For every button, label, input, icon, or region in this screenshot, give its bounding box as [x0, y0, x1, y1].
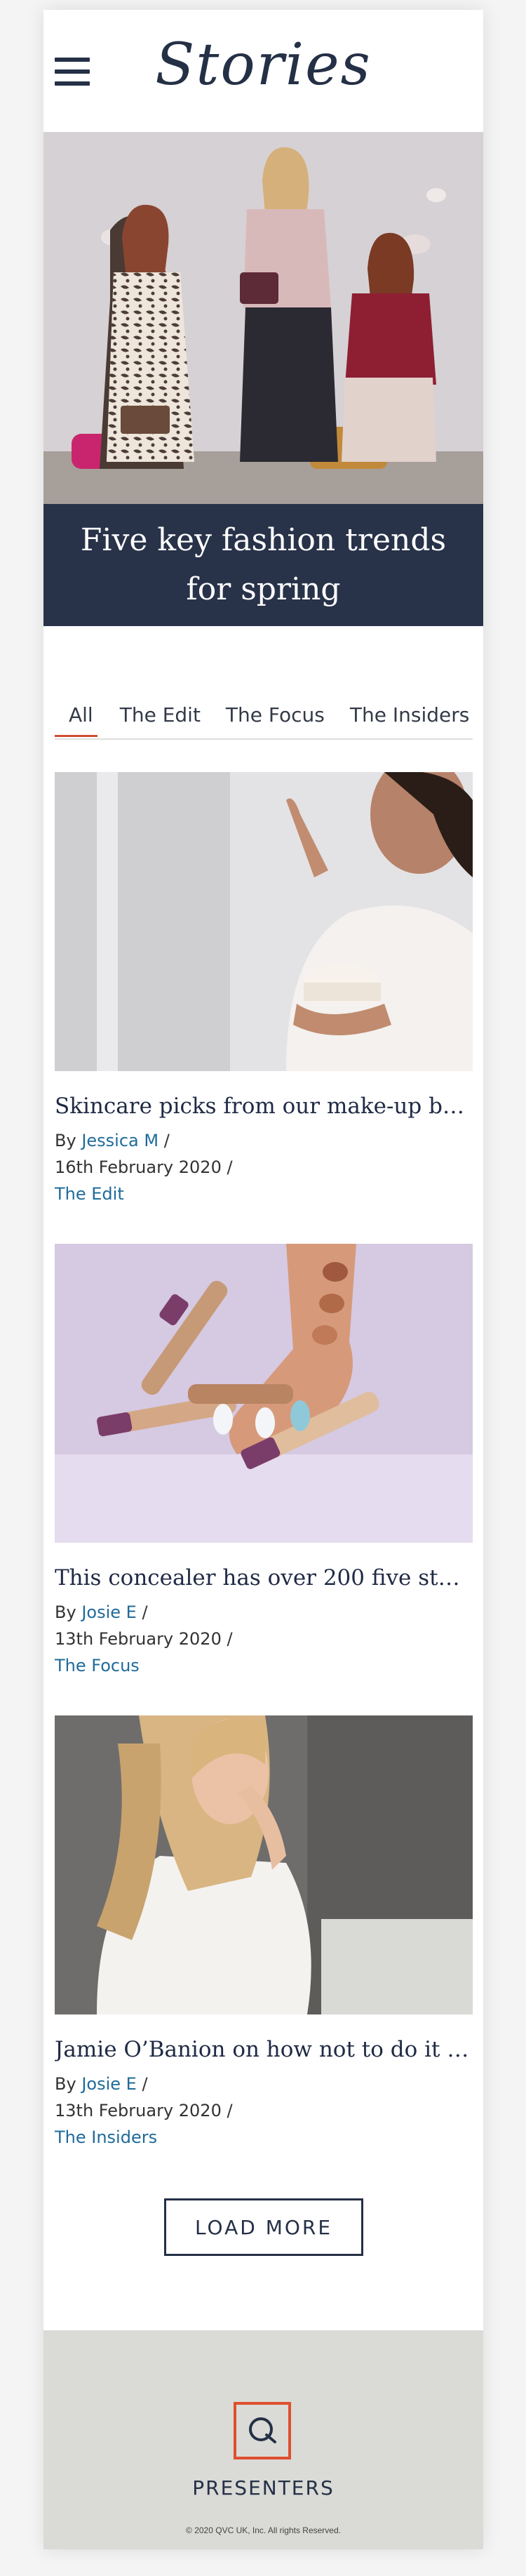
author-link[interactable]: Josie E — [81, 2074, 137, 2094]
copyright-text: © 2020 QVC UK, Inc. All rights Reserved. — [186, 2525, 341, 2535]
footer: PRESENTERS © 2020 QVC UK, Inc. All right… — [43, 2330, 483, 2549]
hero-title[interactable]: Five key fashion trends for spring — [43, 504, 483, 626]
hero-image[interactable] — [43, 132, 483, 504]
hero-feature[interactable]: Five key fashion trends for spring — [43, 132, 483, 626]
separator: / — [227, 1157, 233, 1177]
article-image[interactable] — [55, 772, 473, 1071]
author-link[interactable]: Jessica M — [81, 1131, 159, 1150]
byline-prefix: By — [55, 1131, 76, 1150]
article-title[interactable]: Skincare picks from our make-up brands — [55, 1092, 473, 1120]
article-card[interactable]: This concealer has over 200 five star re… — [55, 1244, 473, 1679]
separator: / — [142, 2074, 148, 2094]
article-card[interactable]: Jamie O’Banion on how not to do it all B… — [55, 1715, 473, 2151]
article-card[interactable]: Skincare picks from our make-up brands B… — [55, 772, 473, 1207]
separator: / — [163, 1131, 170, 1150]
byline-prefix: By — [55, 2074, 76, 2094]
article-title[interactable]: This concealer has over 200 five star re… — [55, 1564, 473, 1592]
category-link[interactable]: The Insiders — [55, 2124, 473, 2151]
author-link[interactable]: Josie E — [81, 1602, 137, 1622]
separator: / — [227, 2101, 233, 2120]
q-logo-icon[interactable] — [234, 2402, 291, 2459]
tab-the-edit[interactable]: The Edit — [117, 703, 203, 737]
tab-the-focus[interactable]: The Focus — [223, 703, 328, 737]
article-meta: By Josie E / 13th February 2020 / The Fo… — [55, 1599, 473, 1679]
separator: / — [142, 1602, 148, 1622]
header: Stories — [43, 10, 483, 132]
category-link[interactable]: The Focus — [55, 1652, 473, 1679]
stories-logo[interactable]: Stories — [43, 36, 483, 94]
byline-prefix: By — [55, 1602, 76, 1622]
article-date: 13th February 2020 — [55, 1629, 222, 1649]
tab-the-insiders[interactable]: The Insiders — [347, 703, 472, 737]
article-image[interactable] — [55, 1244, 473, 1543]
article-date: 16th February 2020 — [55, 1157, 222, 1177]
article-title[interactable]: Jamie O’Banion on how not to do it all — [55, 2036, 473, 2064]
category-tabs: All The Edit The Focus The Insiders — [55, 703, 473, 740]
article-meta: By Jessica M / 16th February 2020 / The … — [55, 1127, 473, 1207]
category-link[interactable]: The Edit — [55, 1181, 473, 1207]
load-more-button[interactable]: LOAD MORE — [164, 2198, 363, 2256]
article-meta: By Josie E / 13th February 2020 / The In… — [55, 2071, 473, 2151]
article-image[interactable] — [55, 1715, 473, 2014]
tab-all[interactable]: All — [55, 703, 97, 737]
article-date: 13th February 2020 — [55, 2101, 222, 2120]
separator: / — [227, 1629, 233, 1649]
presenters-link[interactable]: PRESENTERS — [43, 2476, 483, 2499]
page: Stories Five key fashion trends for spri… — [43, 10, 483, 2549]
